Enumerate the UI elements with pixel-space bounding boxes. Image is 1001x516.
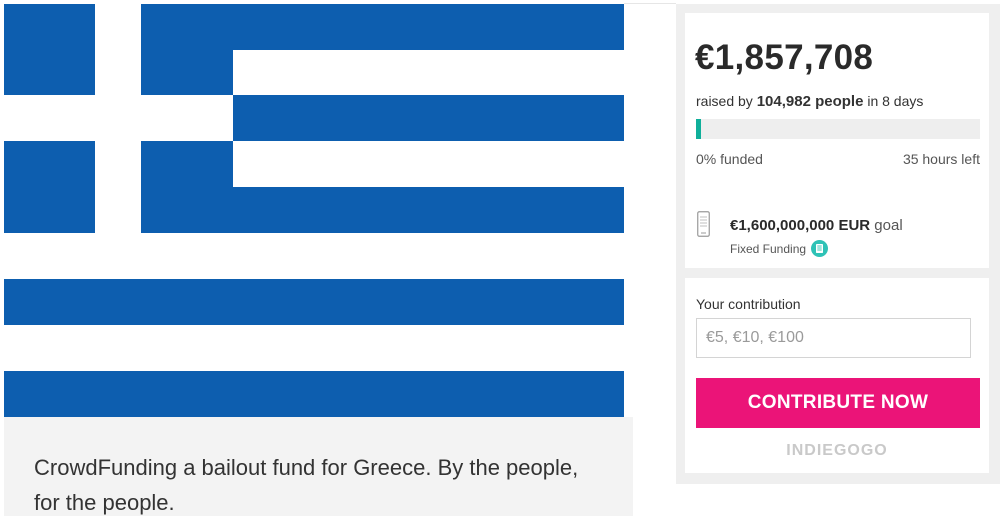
raised-summary: raised by 104,982 people in 8 days (696, 93, 923, 110)
divider (624, 3, 676, 4)
contribution-amount-input[interactable] (696, 318, 971, 358)
funded-percent: 0% funded (696, 151, 763, 167)
contribution-card: Your contribution CONTRIBUTE NOW INDIEGO… (685, 278, 989, 473)
funding-sidebar: €1,857,708 raised by 104,982 people in 8… (676, 4, 1000, 484)
backer-count: 104,982 people (756, 93, 864, 110)
funding-progress-bar (696, 119, 980, 139)
greek-flag (4, 4, 624, 417)
funding-type-label: Fixed Funding (730, 242, 807, 256)
info-icon[interactable] (811, 239, 829, 257)
raised-prefix: raised by (696, 93, 753, 109)
campaign-page: CrowdFunding a bailout fund for Greece. … (0, 0, 1001, 516)
goal-suffix: goal (874, 217, 903, 234)
funding-stats-card: €1,857,708 raised by 104,982 people in 8… (685, 13, 989, 268)
contribute-now-button[interactable]: CONTRIBUTE NOW (696, 378, 980, 428)
contribution-label: Your contribution (696, 296, 801, 312)
goal-amount: €1,600,000,000 (730, 217, 835, 234)
funding-progress-fill (696, 119, 701, 139)
funding-goal: €1,600,000,000 EUR goal (730, 217, 903, 234)
campaign-image-greek-flag (4, 4, 624, 417)
amount-raised: €1,857,708 (695, 38, 874, 77)
raised-duration: in 8 days (867, 93, 924, 109)
funding-type: Fixed Funding (730, 239, 829, 257)
campaign-description-box: CrowdFunding a bailout fund for Greece. … (4, 417, 633, 516)
time-left: 35 hours left (902, 151, 980, 167)
indiegogo-logo: INDIEGOGO (786, 442, 888, 459)
campaign-tagline: CrowdFunding a bailout fund for Greece. … (34, 455, 579, 515)
goal-currency: EUR (838, 217, 871, 234)
phone-icon (697, 211, 710, 237)
